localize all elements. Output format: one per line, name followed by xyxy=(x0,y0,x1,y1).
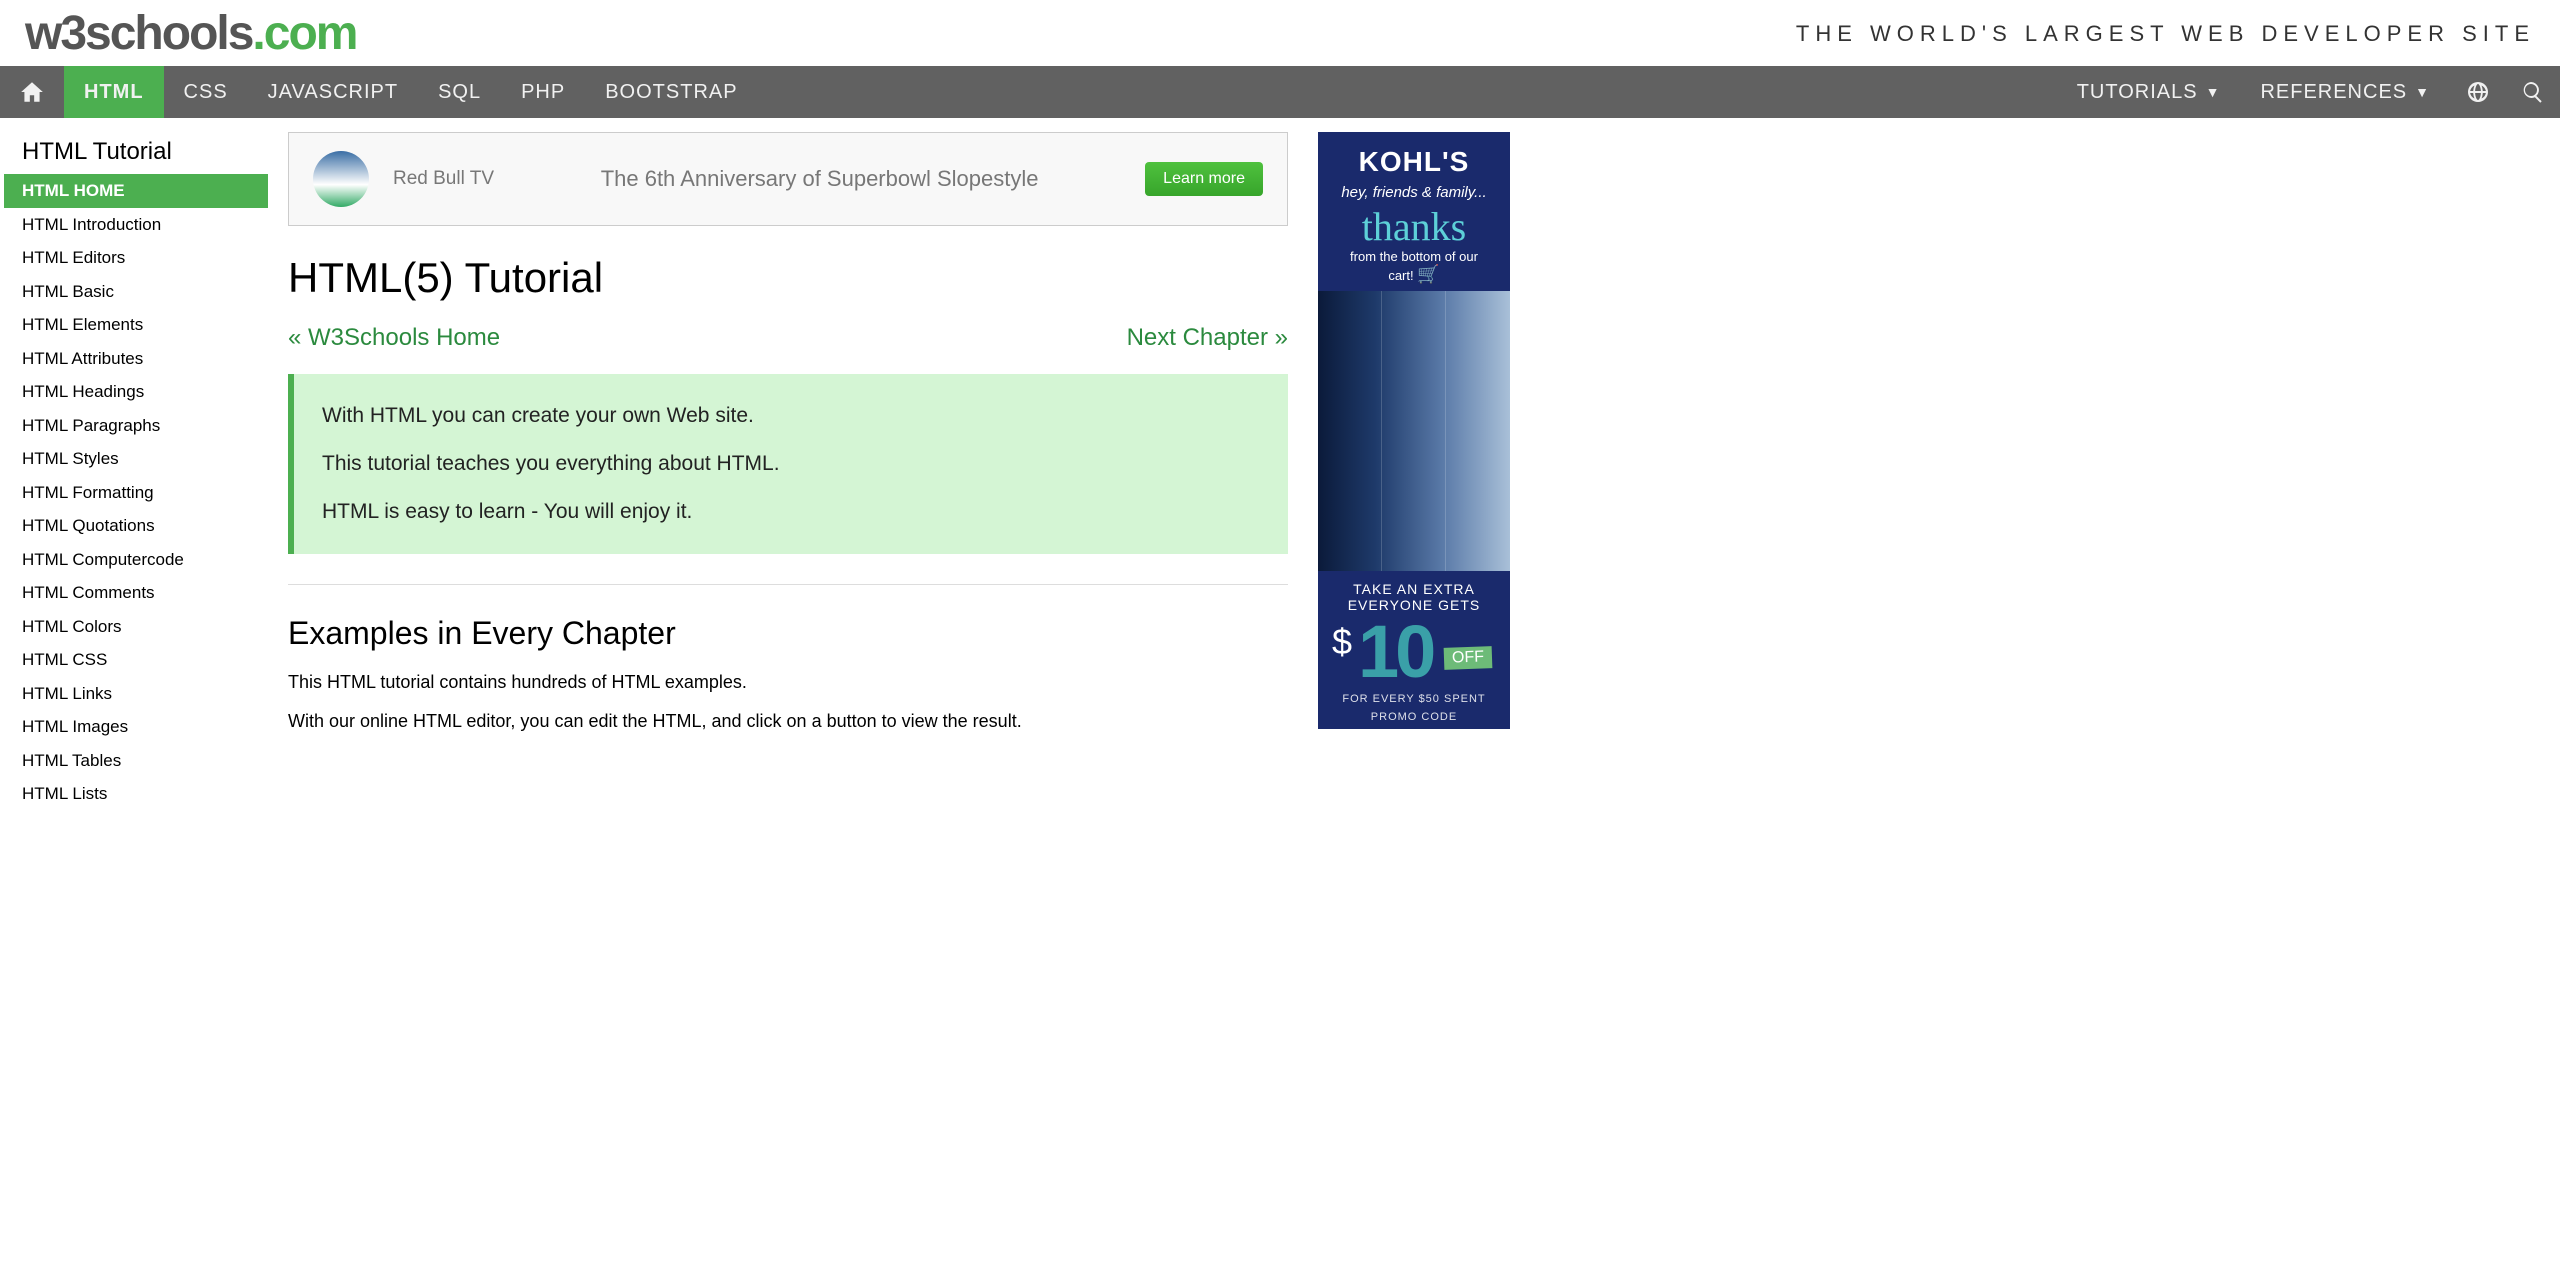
ad-thanks: thanks xyxy=(1318,205,1510,249)
ad-promo-line: PROMO CODE xyxy=(1318,711,1510,729)
site-logo[interactable]: w3schools.com xyxy=(25,10,356,58)
sidebar-item[interactable]: HTML Paragraphs xyxy=(0,409,268,443)
sidebar-item[interactable]: HTML Introduction xyxy=(0,208,268,242)
sidebar: HTML Tutorial HTML HOME HTML Introductio… xyxy=(0,118,268,831)
top-nav: HTML CSS JAVASCRIPT SQL PHP BOOTSTRAP TU… xyxy=(0,66,2560,118)
ad-subhead: hey, friends & family... xyxy=(1318,184,1510,205)
sidebar-item[interactable]: HTML Basic xyxy=(0,275,268,309)
divider xyxy=(288,584,1288,585)
ad-off-badge: OFF xyxy=(1444,646,1493,670)
ad-avatar xyxy=(313,151,369,207)
sidebar-item[interactable]: HTML Quotations xyxy=(0,509,268,543)
sidebar-item[interactable]: HTML Colors xyxy=(0,610,268,644)
ad-amount: 10 xyxy=(1358,609,1432,694)
ad-promo-line: FOR EVERY $50 SPENT xyxy=(1318,693,1510,711)
globe-button[interactable] xyxy=(2450,66,2505,118)
ad-offer: $ 10 OFF xyxy=(1318,613,1510,693)
sidebar-item[interactable]: HTML Elements xyxy=(0,308,268,342)
ad-banner-top[interactable]: Red Bull TV The 6th Anniversary of Super… xyxy=(288,132,1288,226)
prev-link[interactable]: « W3Schools Home xyxy=(288,324,500,352)
body-text: With our online HTML editor, you can edi… xyxy=(288,711,1288,732)
nav-dropdown-references[interactable]: REFERENCES ▼ xyxy=(2240,66,2450,118)
caret-down-icon: ▼ xyxy=(2206,84,2221,100)
ad-dollar: $ xyxy=(1332,621,1352,663)
search-button[interactable] xyxy=(2505,66,2560,118)
logo-text: w3schools xyxy=(25,7,252,60)
ad-title: The 6th Anniversary of Superbowl Slopest… xyxy=(518,166,1121,192)
site-header: w3schools.com THE WORLD'S LARGEST WEB DE… xyxy=(0,0,2560,66)
sidebar-item[interactable]: HTML Comments xyxy=(0,576,268,610)
ad-logo-text: KOHL'S xyxy=(1318,132,1510,184)
nav-dropdown-label: TUTORIALS xyxy=(2077,81,2198,104)
ad-learn-more-button[interactable]: Learn more xyxy=(1145,162,1263,196)
sidebar-item[interactable]: HTML CSS xyxy=(0,643,268,677)
sidebar-item-html-home[interactable]: HTML HOME xyxy=(4,174,268,208)
sidebar-item[interactable]: HTML Headings xyxy=(0,375,268,409)
right-column: KOHL'S hey, friends & family... thanks f… xyxy=(1318,118,1520,831)
sidebar-item[interactable]: HTML Editors xyxy=(0,241,268,275)
next-link[interactable]: Next Chapter » xyxy=(1127,324,1288,352)
sidebar-item[interactable]: HTML Attributes xyxy=(0,342,268,376)
page-title: HTML(5) Tutorial xyxy=(288,254,1288,302)
ad-take: TAKE AN EXTRA EVERYONE GETS xyxy=(1318,571,1510,613)
logo-suffix: .com xyxy=(252,7,356,60)
sidebar-item[interactable]: HTML Formatting xyxy=(0,476,268,510)
nav-item-css[interactable]: CSS xyxy=(164,66,248,118)
section-title: Examples in Every Chapter xyxy=(288,615,1288,652)
sidebar-item[interactable]: HTML Lists xyxy=(0,777,268,811)
search-icon xyxy=(2521,80,2545,104)
nav-item-sql[interactable]: SQL xyxy=(418,66,501,118)
sidebar-item[interactable]: HTML Tables xyxy=(0,744,268,778)
home-button[interactable] xyxy=(0,66,64,118)
sidebar-item[interactable]: HTML Computercode xyxy=(0,543,268,577)
body-text: This HTML tutorial contains hundreds of … xyxy=(288,672,1288,693)
intro-box: With HTML you can create your own Web si… xyxy=(288,374,1288,554)
intro-line: This tutorial teaches you everything abo… xyxy=(322,452,1260,476)
nav-dropdown-tutorials[interactable]: TUTORIALS ▼ xyxy=(2057,66,2241,118)
intro-line: With HTML you can create your own Web si… xyxy=(322,404,1260,428)
sidebar-heading: HTML Tutorial xyxy=(0,138,268,174)
pager: « W3Schools Home Next Chapter » xyxy=(288,324,1288,352)
globe-icon xyxy=(2466,80,2490,104)
sidebar-item[interactable]: HTML Styles xyxy=(0,442,268,476)
main-content: Red Bull TV The 6th Anniversary of Super… xyxy=(268,118,1318,831)
sidebar-item[interactable]: HTML Images xyxy=(0,710,268,744)
intro-line: HTML is easy to learn - You will enjoy i… xyxy=(322,500,1260,524)
sidebar-item[interactable]: HTML Links xyxy=(0,677,268,711)
nav-item-html[interactable]: HTML xyxy=(64,66,164,118)
tagline: THE WORLD'S LARGEST WEB DEVELOPER SITE xyxy=(1796,21,2535,47)
caret-down-icon: ▼ xyxy=(2415,84,2430,100)
ad-brand: Red Bull TV xyxy=(393,168,494,190)
ad-banner-side[interactable]: KOHL'S hey, friends & family... thanks f… xyxy=(1318,132,1510,729)
ad-image xyxy=(1318,291,1510,571)
nav-dropdown-label: REFERENCES xyxy=(2260,81,2407,104)
nav-item-javascript[interactable]: JAVASCRIPT xyxy=(248,66,418,118)
cart-icon: 🛒 xyxy=(1417,264,1439,294)
nav-item-bootstrap[interactable]: BOOTSTRAP xyxy=(585,66,757,118)
nav-item-php[interactable]: PHP xyxy=(501,66,585,118)
ad-line: from the bottom of our cart! 🛒 xyxy=(1318,249,1510,291)
home-icon xyxy=(19,79,45,105)
